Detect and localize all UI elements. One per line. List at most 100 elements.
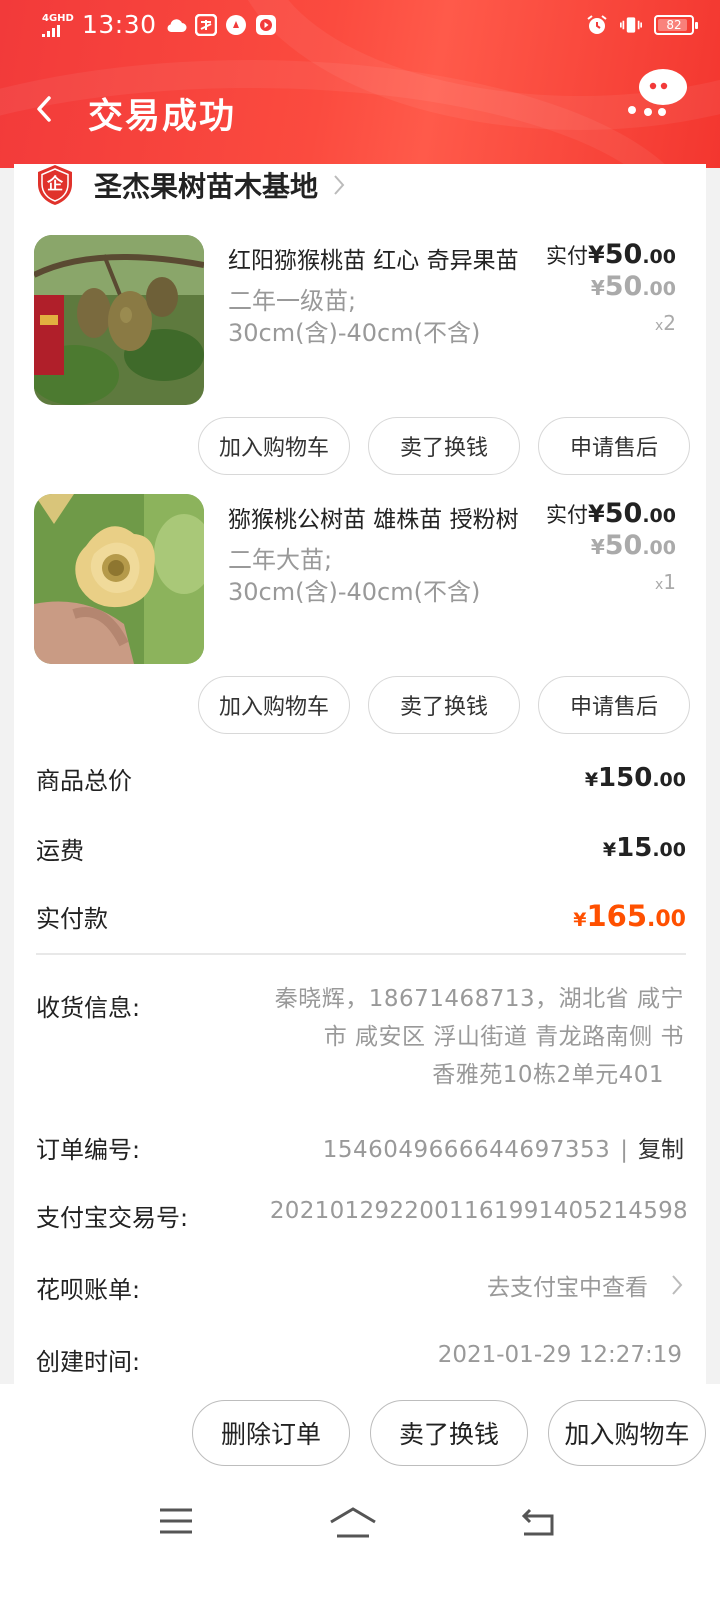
paid-price: 实付¥50.00 xyxy=(546,498,676,529)
product-title[interactable]: 猕猴桃公树苗 雄株苗 授粉树 xyxy=(228,500,522,534)
compass-icon xyxy=(225,14,247,36)
home-icon[interactable] xyxy=(328,1506,378,1544)
order-number-row: 1546049666644697353 | 复制 xyxy=(323,1130,684,1164)
order-detail-card: 企 圣杰果树苗木基地 红阳猕猴桃苗 红心 奇异果苗 二年一级苗; 30cm(含)… xyxy=(14,164,706,1390)
paid-decimal: .00 xyxy=(642,505,676,527)
copy-order-number-button[interactable]: 复制 xyxy=(638,1137,684,1163)
shop-badge-text: 企 xyxy=(46,174,63,193)
created-time-value: 2021-01-29 12:27:19 xyxy=(437,1342,682,1368)
spec-size: 30cm(含)-40cm(不含) xyxy=(228,578,481,606)
quantity: x2 xyxy=(655,311,676,335)
bottom-action-bar: 删除订单 卖了换钱 加入购物车 xyxy=(0,1384,720,1600)
currency-symbol: ¥ xyxy=(573,909,587,931)
page-title: 交易成功 xyxy=(88,97,237,137)
currency-symbol: ¥ xyxy=(584,769,599,791)
spec-grade: 二年大苗; xyxy=(228,546,333,574)
shipping-integer: 15 xyxy=(616,833,653,863)
goods-total-label: 商品总价 xyxy=(36,766,132,795)
vibrate-icon xyxy=(620,14,642,36)
paid-label: 实付 xyxy=(546,503,589,527)
add-to-cart-button[interactable]: 加入购物车 xyxy=(548,1400,706,1466)
goods-total-decimal: .00 xyxy=(652,769,686,791)
paid-total-row: 实付款 ¥165.00 xyxy=(36,896,686,936)
cloud-icon xyxy=(165,14,187,36)
sell-button[interactable]: 卖了换钱 xyxy=(368,417,520,475)
order-item[interactable]: 猕猴桃公树苗 雄株苗 授粉树 二年大苗; 30cm(含)-40cm(不含) 实付… xyxy=(14,494,706,754)
sell-button[interactable]: 卖了换钱 xyxy=(370,1400,528,1466)
shipping-row: 运费 ¥15.00 xyxy=(36,828,686,868)
goods-total-integer: 150 xyxy=(598,763,653,793)
bottom-buttons: 删除订单 卖了换钱 加入购物车 xyxy=(192,1400,706,1466)
menu-icon[interactable] xyxy=(158,1506,194,1540)
paid-decimal: .00 xyxy=(642,246,676,268)
back-button[interactable] xyxy=(24,86,64,132)
paid-total-value: ¥165.00 xyxy=(573,899,686,933)
chevron-left-icon xyxy=(37,96,51,122)
paid-total-label: 实付款 xyxy=(36,904,108,933)
status-bar: 4GHD 13:30 82 xyxy=(0,0,720,56)
shop-name[interactable]: 圣杰果树苗木基地 xyxy=(94,165,318,205)
chat-bubble-icon xyxy=(628,69,687,116)
paid-integer: 50 xyxy=(604,239,643,270)
after-sale-button[interactable]: 申请售后 xyxy=(538,676,690,734)
divider xyxy=(36,953,686,955)
currency-symbol: ¥ xyxy=(590,276,605,300)
alipay-number-label: 支付宝交易号: xyxy=(36,1204,189,1232)
after-sale-button[interactable]: 申请售后 xyxy=(538,417,690,475)
address-line: 秦晓辉，18671468713，湖北省 咸宁 xyxy=(274,986,684,1012)
spec-size: 30cm(含)-40cm(不含) xyxy=(228,319,481,347)
alarm-icon xyxy=(586,14,608,36)
huabei-link[interactable]: 去支付宝中查看 xyxy=(487,1268,648,1302)
address-line: 市 咸安区 浮山街道 青龙路南侧 书 xyxy=(323,1024,684,1050)
huabei-label: 花呗账单: xyxy=(36,1276,141,1304)
quantity: x1 xyxy=(655,570,676,594)
item-action-row: 加入购物车 卖了换钱 申请售后 xyxy=(198,417,690,475)
chevron-right-icon xyxy=(334,175,345,195)
shipping-value: ¥15.00 xyxy=(603,833,686,863)
price-integer: 50 xyxy=(604,271,643,302)
shop-header[interactable]: 企 圣杰果树苗木基地 xyxy=(36,164,346,206)
currency-symbol: ¥ xyxy=(588,500,605,528)
created-time-label: 创建时间: xyxy=(36,1348,141,1376)
product-spec: 二年一级苗; 30cm(含)-40cm(不含) xyxy=(228,285,528,349)
order-number-value: 1546049666644697353 xyxy=(322,1137,611,1163)
paid-label: 实付 xyxy=(546,244,589,268)
alipay-number-value: 2021012922001161991405214598 xyxy=(269,1198,688,1224)
order-item[interactable]: 红阳猕猴桃苗 红心 奇异果苗 二年一级苗; 30cm(含)-40cm(不含) 实… xyxy=(14,235,706,495)
system-nav-bar xyxy=(0,1486,720,1566)
status-time: 13:30 xyxy=(82,10,157,39)
paid-total-integer: 165 xyxy=(586,899,648,933)
receiver-label: 收货信息: xyxy=(36,994,141,1022)
product-image-kiwi[interactable] xyxy=(34,235,204,405)
currency-symbol: ¥ xyxy=(602,839,617,861)
enterprise-shield-icon: 企 xyxy=(36,164,74,206)
add-to-cart-button[interactable]: 加入购物车 xyxy=(198,676,350,734)
app-notification-icon xyxy=(194,13,217,36)
quantity-value: 2 xyxy=(663,311,676,335)
back-nav-icon[interactable] xyxy=(518,1506,558,1542)
more-menu-button[interactable] xyxy=(624,66,690,122)
price-decimal: .00 xyxy=(642,278,676,300)
header-bar: 4GHD 13:30 82 交易成功 xyxy=(0,0,720,168)
product-image-flower[interactable] xyxy=(34,494,204,664)
product-title[interactable]: 红阳猕猴桃苗 红心 奇异果苗 xyxy=(228,241,522,275)
spec-grade: 二年一级苗; xyxy=(228,287,357,315)
battery-icon: 82 xyxy=(654,15,698,35)
order-number-label: 订单编号: xyxy=(36,1136,141,1164)
huabei-link-row[interactable]: 去支付宝中查看 xyxy=(487,1268,684,1302)
goods-total-row: 商品总价 ¥150.00 xyxy=(36,758,686,798)
shipping-decimal: .00 xyxy=(652,839,686,861)
shipping-label: 运费 xyxy=(36,836,84,865)
chevron-right-icon xyxy=(672,1275,683,1295)
goods-total-value: ¥150.00 xyxy=(585,763,686,793)
currency-symbol: ¥ xyxy=(588,241,605,269)
signal-icon: 4GHD xyxy=(42,13,74,37)
quantity-value: 1 xyxy=(663,570,676,594)
separator: | xyxy=(620,1137,628,1163)
product-spec: 二年大苗; 30cm(含)-40cm(不含) xyxy=(228,544,528,608)
add-to-cart-button[interactable]: 加入购物车 xyxy=(198,417,350,475)
paid-price: 实付¥50.00 xyxy=(546,239,676,270)
delete-order-button[interactable]: 删除订单 xyxy=(192,1400,350,1466)
sell-button[interactable]: 卖了换钱 xyxy=(368,676,520,734)
unit-price: ¥50.00 xyxy=(591,271,676,302)
